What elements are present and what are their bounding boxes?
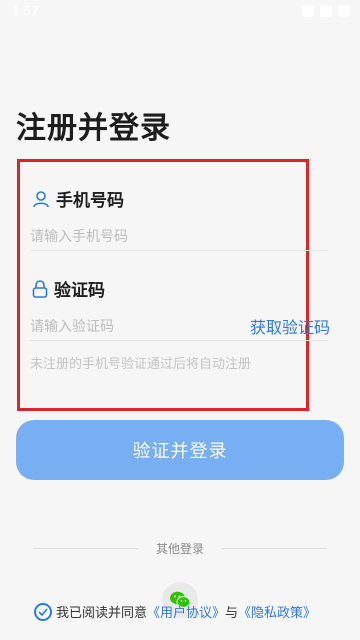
verify-login-button[interactable]: 验证并登录 (16, 420, 344, 480)
phone-underline (30, 250, 328, 251)
other-login-divider: 其他登录 (33, 540, 327, 556)
code-label-text: 验证码 (54, 281, 105, 301)
phone-input[interactable]: 请输入手机号码 (30, 226, 128, 246)
agreement-checkbox[interactable] (34, 602, 52, 621)
signal-icon (302, 5, 314, 17)
agreement-prefix: 我已阅读并同意 (56, 606, 148, 621)
code-underline (30, 340, 328, 341)
auto-register-hint: 未注册的手机号验证通过后将自动注册 (30, 357, 252, 372)
agreement-conjunction: 与 (225, 606, 239, 621)
register-login-screen: 1:57 注册并登录 手机号码 请输入手机号码 验证码 请输入验证码 获取验证码… (0, 0, 360, 640)
lock-icon (32, 279, 48, 298)
page-title: 注册并登录 (16, 111, 171, 146)
status-bar: 1:57 (0, 0, 360, 24)
privacy-policy-link[interactable]: 《隐私政策》 (238, 602, 316, 621)
status-time: 1:57 (12, 4, 39, 18)
phone-label: 手机号码 (32, 186, 124, 211)
user-agreement-link[interactable]: 《用户协议》 (147, 602, 225, 621)
code-label: 验证码 (32, 276, 105, 301)
check-icon (38, 607, 48, 616)
status-icons (302, 5, 350, 17)
divider-line-right (222, 548, 327, 549)
wifi-icon (320, 5, 332, 17)
phone-label-text: 手机号码 (56, 191, 124, 211)
battery-icon (338, 5, 350, 17)
get-code-button[interactable]: 获取验证码 (250, 314, 330, 338)
agreement-row: 我已阅读并同意 《用户协议》 与 《隐私政策》 (34, 602, 316, 621)
user-icon (33, 190, 49, 207)
code-input[interactable]: 请输入验证码 (30, 316, 114, 336)
